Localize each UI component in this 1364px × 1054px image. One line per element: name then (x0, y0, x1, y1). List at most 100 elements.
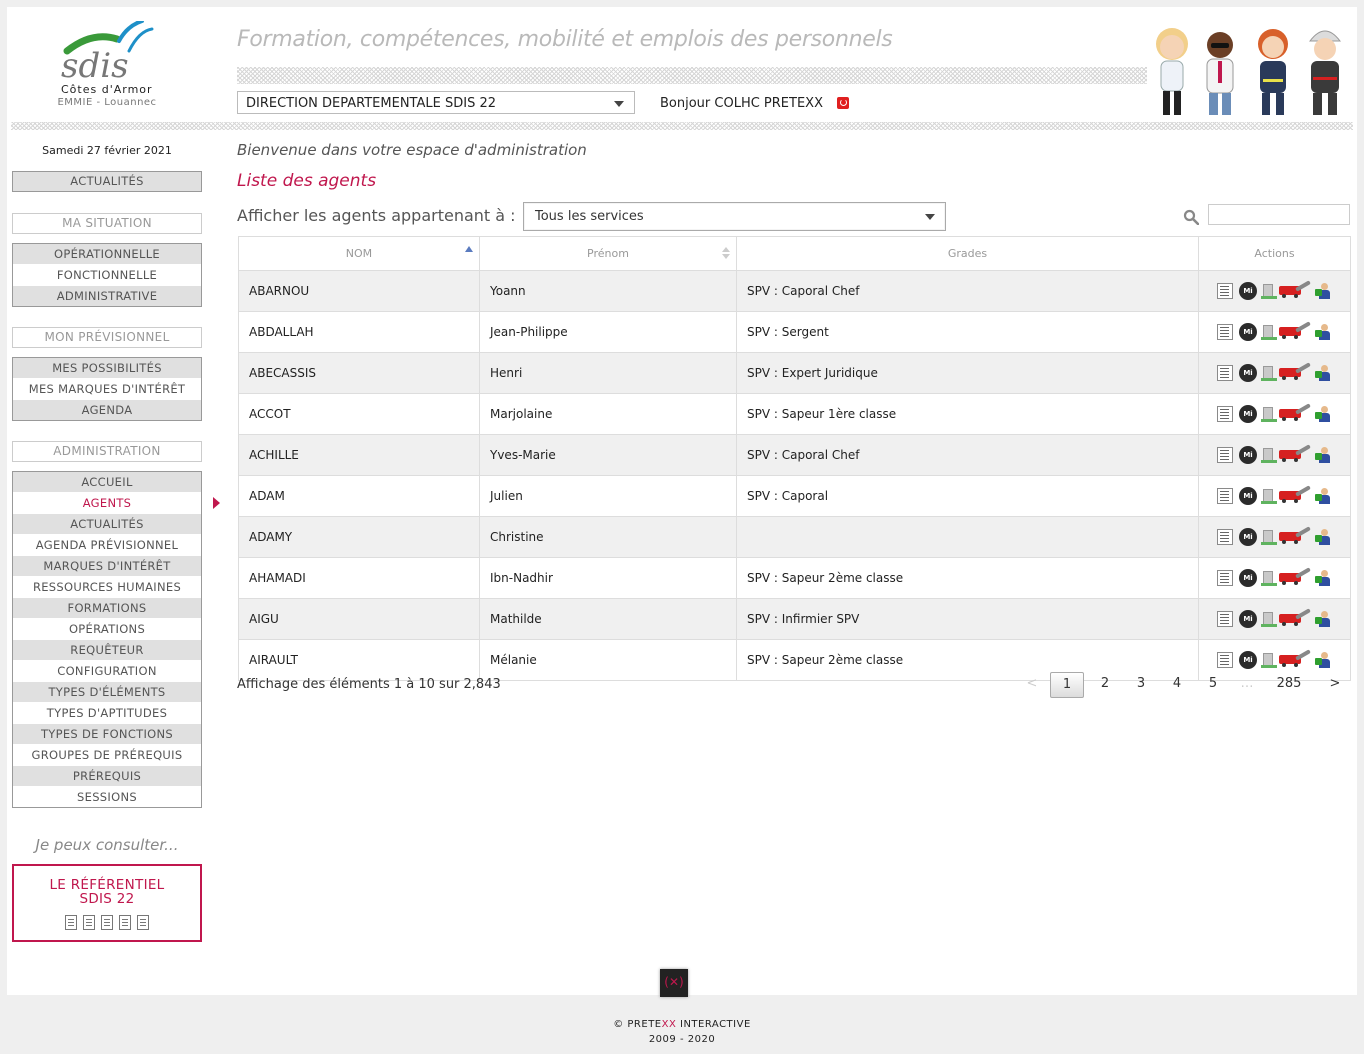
details-list-icon[interactable] (1217, 447, 1233, 463)
sidebar-item-mes-marques[interactable]: MES MARQUES D'INTÉRÊT (13, 379, 201, 400)
pagination-previous[interactable]: < (1022, 672, 1042, 696)
document-icon[interactable] (101, 915, 113, 930)
sidebar-actualites[interactable]: ACTUALITÉS (12, 171, 202, 192)
mi-icon[interactable]: Mi (1239, 323, 1257, 341)
sidebar-item-agenda[interactable]: AGENDA (13, 400, 201, 420)
add-person-icon[interactable] (1315, 488, 1331, 504)
add-person-icon[interactable] (1315, 283, 1331, 299)
table-row[interactable]: ADAMY Christine Mi (238, 516, 1351, 558)
sidebar-item-fonctionnelle[interactable]: FONCTIONNELLE (13, 265, 201, 286)
power-icon[interactable] (837, 97, 849, 109)
building-icon[interactable] (1261, 447, 1277, 463)
document-icon[interactable] (83, 915, 95, 930)
pretexx-logo[interactable]: (✕) (660, 969, 688, 997)
table-row[interactable]: AIGU Mathilde SPV : Infirmier SPV Mi (238, 598, 1351, 640)
pagination-page-1[interactable]: 1 (1050, 672, 1084, 698)
document-icon[interactable] (119, 915, 131, 930)
fire-truck-tools-icon[interactable] (1279, 567, 1311, 585)
sidebar-item-actualites[interactable]: ACTUALITÉS (13, 514, 201, 535)
mi-icon[interactable]: Mi (1239, 528, 1257, 546)
referentiel-box[interactable]: LE RÉFÉRENTIEL SDIS 22 (12, 864, 202, 942)
details-list-icon[interactable] (1217, 652, 1233, 668)
pagination-page-4[interactable]: 4 (1167, 672, 1187, 696)
sidebar-item-prerequis[interactable]: PRÉREQUIS (13, 766, 201, 787)
add-person-icon[interactable] (1315, 365, 1331, 381)
mi-icon[interactable]: Mi (1239, 487, 1257, 505)
building-icon[interactable] (1261, 529, 1277, 545)
column-header-nom[interactable]: NOM (238, 236, 480, 271)
add-person-icon[interactable] (1315, 611, 1331, 627)
sidebar-item-requeteur[interactable]: REQUÊTEUR (13, 640, 201, 661)
add-person-icon[interactable] (1315, 447, 1331, 463)
fire-truck-tools-icon[interactable] (1279, 608, 1311, 626)
pagination-page-2[interactable]: 2 (1095, 672, 1115, 696)
mi-icon[interactable]: Mi (1239, 651, 1257, 669)
sidebar-item-operations[interactable]: OPÉRATIONS (13, 619, 201, 640)
column-header-prenom[interactable]: Prénom (479, 236, 737, 271)
search-input[interactable] (1208, 204, 1350, 225)
fire-truck-tools-icon[interactable] (1279, 362, 1311, 380)
mi-icon[interactable]: Mi (1239, 569, 1257, 587)
sidebar-item-types-elements[interactable]: TYPES D'ÉLÉMENTS (13, 682, 201, 703)
direction-select[interactable]: DIRECTION DEPARTEMENTALE SDIS 22 (237, 91, 635, 114)
building-icon[interactable] (1261, 365, 1277, 381)
add-person-icon[interactable] (1315, 652, 1331, 668)
fire-truck-tools-icon[interactable] (1279, 526, 1311, 544)
details-list-icon[interactable] (1217, 283, 1233, 299)
sidebar-item-mes-possibilites[interactable]: MES POSSIBILITÉS (13, 358, 201, 379)
details-list-icon[interactable] (1217, 406, 1233, 422)
pagination-next[interactable]: > (1325, 672, 1345, 696)
document-icon[interactable] (137, 915, 149, 930)
add-person-icon[interactable] (1315, 324, 1331, 340)
fire-truck-tools-icon[interactable] (1279, 649, 1311, 667)
sidebar-item-formations[interactable]: FORMATIONS (13, 598, 201, 619)
sidebar-item-types-aptitudes[interactable]: TYPES D'APTITUDES (13, 703, 201, 724)
details-list-icon[interactable] (1217, 324, 1233, 340)
details-list-icon[interactable] (1217, 529, 1233, 545)
sidebar-item-marques-interet[interactable]: MARQUES D'INTÉRÊT (13, 556, 201, 577)
sidebar-item-groupes-prerequis[interactable]: GROUPES DE PRÉREQUIS (13, 745, 201, 766)
mi-icon[interactable]: Mi (1239, 364, 1257, 382)
service-select[interactable]: Tous les services (523, 202, 946, 231)
table-row[interactable]: ABARNOU Yoann SPV : Caporal Chef Mi (238, 270, 1351, 312)
fire-truck-tools-icon[interactable] (1279, 280, 1311, 298)
sidebar-item-ressources-humaines[interactable]: RESSOURCES HUMAINES (13, 577, 201, 598)
table-row[interactable]: ABECASSIS Henri SPV : Expert Juridique Mi (238, 352, 1351, 394)
table-row[interactable]: AHAMADI Ibn-Nadhir SPV : Sapeur 2ème class… (238, 557, 1351, 599)
sidebar-item-accueil[interactable]: ACCUEIL (13, 472, 201, 493)
table-row[interactable]: ACCOT Marjolaine SPV : Sapeur 1ère classe M… (238, 393, 1351, 435)
document-icon[interactable] (65, 915, 77, 930)
sidebar-item-agenda-previsionnel[interactable]: AGENDA PRÉVISIONNEL (13, 535, 201, 556)
fire-truck-tools-icon[interactable] (1279, 485, 1311, 503)
building-icon[interactable] (1261, 324, 1277, 340)
sidebar-item-types-fonctions[interactable]: TYPES DE FONCTIONS (13, 724, 201, 745)
sidebar-item-agents[interactable]: AGENTS (13, 493, 201, 514)
sidebar-item-sessions[interactable]: SESSIONS (13, 787, 201, 807)
building-icon[interactable] (1261, 652, 1277, 668)
mi-icon[interactable]: Mi (1239, 446, 1257, 464)
fire-truck-tools-icon[interactable] (1279, 321, 1311, 339)
add-person-icon[interactable] (1315, 529, 1331, 545)
table-row[interactable]: ABDALLAH Jean-Philippe SPV : Sergent Mi (238, 311, 1351, 353)
details-list-icon[interactable] (1217, 365, 1233, 381)
add-person-icon[interactable] (1315, 406, 1331, 422)
sidebar-item-administrative[interactable]: ADMINISTRATIVE (13, 286, 201, 306)
details-list-icon[interactable] (1217, 611, 1233, 627)
details-list-icon[interactable] (1217, 488, 1233, 504)
table-row[interactable]: ACHILLE Yves-Marie SPV : Caporal Chef Mi (238, 434, 1351, 476)
mi-icon[interactable]: Mi (1239, 282, 1257, 300)
sidebar-item-configuration[interactable]: CONFIGURATION (13, 661, 201, 682)
sidebar-item-operationnelle[interactable]: OPÉRATIONNELLE (13, 244, 201, 265)
building-icon[interactable] (1261, 283, 1277, 299)
pagination-page-3[interactable]: 3 (1131, 672, 1151, 696)
mi-icon[interactable]: Mi (1239, 610, 1257, 628)
fire-truck-tools-icon[interactable] (1279, 444, 1311, 462)
mi-icon[interactable]: Mi (1239, 405, 1257, 423)
table-row[interactable]: ADAM Julien SPV : Caporal Mi (238, 475, 1351, 517)
pagination-page-5[interactable]: 5 (1203, 672, 1223, 696)
building-icon[interactable] (1261, 570, 1277, 586)
building-icon[interactable] (1261, 406, 1277, 422)
details-list-icon[interactable] (1217, 570, 1233, 586)
fire-truck-tools-icon[interactable] (1279, 403, 1311, 421)
building-icon[interactable] (1261, 611, 1277, 627)
